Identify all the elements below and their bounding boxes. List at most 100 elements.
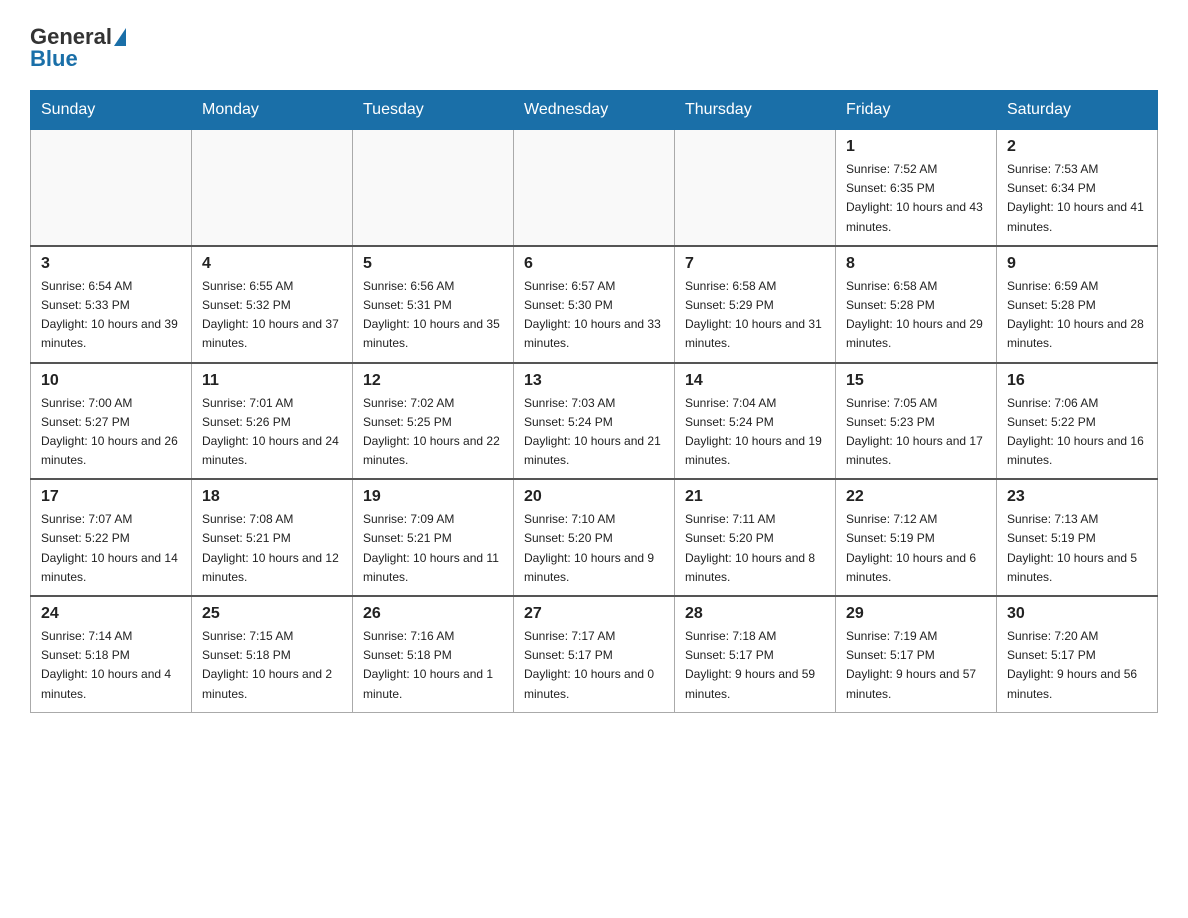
calendar-day-cell: 4 Sunrise: 6:55 AM Sunset: 5:32 PM Daylig… bbox=[192, 246, 353, 363]
logo-blue-text: Blue bbox=[30, 46, 78, 71]
day-number: 24 bbox=[41, 605, 181, 623]
calendar-day-cell bbox=[31, 130, 192, 246]
day-info: Sunrise: 6:57 AM Sunset: 5:30 PM Dayligh… bbox=[524, 277, 664, 354]
calendar-day-cell: 23Sunrise: 7:13 AM Sunset: 5:19 PM Dayli… bbox=[997, 479, 1158, 596]
calendar-day-cell: 7Sunrise: 6:58 AM Sunset: 5:29 PM Daylig… bbox=[675, 246, 836, 363]
day-number: 12 bbox=[363, 372, 503, 390]
day-info: Sunrise: 6:56 AM Sunset: 5:31 PM Dayligh… bbox=[363, 277, 503, 354]
day-number: 1 bbox=[846, 138, 986, 156]
day-info: Sunrise: 6:55 AM Sunset: 5:32 PM Dayligh… bbox=[202, 277, 342, 354]
calendar-day-cell: 19 Sunrise: 7:09 AM Sunset: 5:21 PM Dayli… bbox=[353, 479, 514, 596]
calendar-week-row: 24 Sunrise: 7:14 AM Sunset: 5:18 PM Dayli… bbox=[31, 596, 1158, 712]
day-info: Sunrise: 7:19 AM Sunset: 5:17 PM Dayligh… bbox=[846, 627, 986, 704]
calendar-day-cell: 20 Sunrise: 7:10 AM Sunset: 5:20 PM Dayli… bbox=[514, 479, 675, 596]
calendar-day-cell: 18 Sunrise: 7:08 AM Sunset: 5:21 PM Dayli… bbox=[192, 479, 353, 596]
day-info: Sunrise: 6:58 AM Sunset: 5:29 PM Dayligh… bbox=[685, 277, 825, 354]
day-info: Sunrise: 7:06 AM Sunset: 5:22 PM Dayligh… bbox=[1007, 394, 1147, 471]
day-info: Sunrise: 7:01 AM Sunset: 5:26 PM Dayligh… bbox=[202, 394, 342, 471]
day-number: 15 bbox=[846, 372, 986, 390]
logo: General Blue bbox=[30, 24, 128, 72]
calendar-table: SundayMondayTuesdayWednesdayThursdayFrid… bbox=[30, 90, 1158, 713]
day-info: Sunrise: 7:10 AM Sunset: 5:20 PM Dayligh… bbox=[524, 510, 664, 587]
calendar-day-cell: 26Sunrise: 7:16 AM Sunset: 5:18 PM Dayli… bbox=[353, 596, 514, 712]
calendar-day-cell: 14Sunrise: 7:04 AM Sunset: 5:24 PM Dayli… bbox=[675, 363, 836, 480]
weekday-header-wednesday: Wednesday bbox=[514, 91, 675, 130]
day-number: 22 bbox=[846, 488, 986, 506]
calendar-day-cell: 28 Sunrise: 7:18 AM Sunset: 5:17 PM Dayli… bbox=[675, 596, 836, 712]
day-info: Sunrise: 7:52 AM Sunset: 6:35 PM Dayligh… bbox=[846, 160, 986, 237]
day-number: 6 bbox=[524, 255, 664, 273]
header: General Blue bbox=[30, 24, 1158, 72]
day-info: Sunrise: 6:58 AM Sunset: 5:28 PM Dayligh… bbox=[846, 277, 986, 354]
day-info: Sunrise: 7:11 AM Sunset: 5:20 PM Dayligh… bbox=[685, 510, 825, 587]
calendar-day-cell: 2Sunrise: 7:53 AM Sunset: 6:34 PM Daylig… bbox=[997, 130, 1158, 246]
calendar-day-cell: 5 Sunrise: 6:56 AM Sunset: 5:31 PM Daylig… bbox=[353, 246, 514, 363]
calendar-day-cell: 11Sunrise: 7:01 AM Sunset: 5:26 PM Dayli… bbox=[192, 363, 353, 480]
day-number: 8 bbox=[846, 255, 986, 273]
day-number: 30 bbox=[1007, 605, 1147, 623]
calendar-day-cell: 10 Sunrise: 7:00 AM Sunset: 5:27 PM Dayli… bbox=[31, 363, 192, 480]
weekday-header-monday: Monday bbox=[192, 91, 353, 130]
day-info: Sunrise: 7:17 AM Sunset: 5:17 PM Dayligh… bbox=[524, 627, 664, 704]
day-info: Sunrise: 7:18 AM Sunset: 5:17 PM Dayligh… bbox=[685, 627, 825, 704]
day-info: Sunrise: 7:53 AM Sunset: 6:34 PM Dayligh… bbox=[1007, 160, 1147, 237]
day-number: 20 bbox=[524, 488, 664, 506]
calendar-day-cell: 9Sunrise: 6:59 AM Sunset: 5:28 PM Daylig… bbox=[997, 246, 1158, 363]
calendar-week-row: 1 Sunrise: 7:52 AM Sunset: 6:35 PM Daylig… bbox=[31, 130, 1158, 246]
calendar-day-cell: 30 Sunrise: 7:20 AM Sunset: 5:17 PM Dayli… bbox=[997, 596, 1158, 712]
day-number: 10 bbox=[41, 372, 181, 390]
calendar-day-cell: 15 Sunrise: 7:05 AM Sunset: 5:23 PM Dayli… bbox=[836, 363, 997, 480]
day-info: Sunrise: 7:12 AM Sunset: 5:19 PM Dayligh… bbox=[846, 510, 986, 587]
weekday-header-row: SundayMondayTuesdayWednesdayThursdayFrid… bbox=[31, 91, 1158, 130]
weekday-header-saturday: Saturday bbox=[997, 91, 1158, 130]
calendar-day-cell bbox=[353, 130, 514, 246]
weekday-header-thursday: Thursday bbox=[675, 91, 836, 130]
calendar-day-cell: 27 Sunrise: 7:17 AM Sunset: 5:17 PM Dayli… bbox=[514, 596, 675, 712]
day-number: 13 bbox=[524, 372, 664, 390]
day-number: 28 bbox=[685, 605, 825, 623]
day-number: 5 bbox=[363, 255, 503, 273]
calendar-day-cell: 8 Sunrise: 6:58 AM Sunset: 5:28 PM Daylig… bbox=[836, 246, 997, 363]
day-number: 16 bbox=[1007, 372, 1147, 390]
calendar-week-row: 3 Sunrise: 6:54 AM Sunset: 5:33 PM Daylig… bbox=[31, 246, 1158, 363]
day-number: 9 bbox=[1007, 255, 1147, 273]
calendar-day-cell bbox=[675, 130, 836, 246]
calendar-day-cell bbox=[192, 130, 353, 246]
day-number: 29 bbox=[846, 605, 986, 623]
day-info: Sunrise: 7:20 AM Sunset: 5:17 PM Dayligh… bbox=[1007, 627, 1147, 704]
day-info: Sunrise: 7:02 AM Sunset: 5:25 PM Dayligh… bbox=[363, 394, 503, 471]
day-info: Sunrise: 7:04 AM Sunset: 5:24 PM Dayligh… bbox=[685, 394, 825, 471]
day-number: 25 bbox=[202, 605, 342, 623]
calendar-day-cell: 12 Sunrise: 7:02 AM Sunset: 5:25 PM Dayli… bbox=[353, 363, 514, 480]
day-info: Sunrise: 7:16 AM Sunset: 5:18 PM Dayligh… bbox=[363, 627, 503, 704]
weekday-header-friday: Friday bbox=[836, 91, 997, 130]
day-info: Sunrise: 7:03 AM Sunset: 5:24 PM Dayligh… bbox=[524, 394, 664, 471]
calendar-day-cell: 29 Sunrise: 7:19 AM Sunset: 5:17 PM Dayli… bbox=[836, 596, 997, 712]
calendar-week-row: 17Sunrise: 7:07 AM Sunset: 5:22 PM Dayli… bbox=[31, 479, 1158, 596]
weekday-header-sunday: Sunday bbox=[31, 91, 192, 130]
day-info: Sunrise: 6:54 AM Sunset: 5:33 PM Dayligh… bbox=[41, 277, 181, 354]
day-info: Sunrise: 7:14 AM Sunset: 5:18 PM Dayligh… bbox=[41, 627, 181, 704]
day-number: 18 bbox=[202, 488, 342, 506]
calendar-day-cell: 3 Sunrise: 6:54 AM Sunset: 5:33 PM Daylig… bbox=[31, 246, 192, 363]
day-info: Sunrise: 7:05 AM Sunset: 5:23 PM Dayligh… bbox=[846, 394, 986, 471]
calendar-day-cell: 13 Sunrise: 7:03 AM Sunset: 5:24 PM Dayli… bbox=[514, 363, 675, 480]
day-info: Sunrise: 7:00 AM Sunset: 5:27 PM Dayligh… bbox=[41, 394, 181, 471]
calendar-day-cell: 6 Sunrise: 6:57 AM Sunset: 5:30 PM Daylig… bbox=[514, 246, 675, 363]
day-info: Sunrise: 7:15 AM Sunset: 5:18 PM Dayligh… bbox=[202, 627, 342, 704]
calendar-day-cell: 22 Sunrise: 7:12 AM Sunset: 5:19 PM Dayli… bbox=[836, 479, 997, 596]
logo-triangle-icon bbox=[114, 28, 126, 46]
day-number: 4 bbox=[202, 255, 342, 273]
day-info: Sunrise: 7:09 AM Sunset: 5:21 PM Dayligh… bbox=[363, 510, 503, 587]
calendar-day-cell: 16 Sunrise: 7:06 AM Sunset: 5:22 PM Dayli… bbox=[997, 363, 1158, 480]
calendar-day-cell: 17Sunrise: 7:07 AM Sunset: 5:22 PM Dayli… bbox=[31, 479, 192, 596]
day-number: 3 bbox=[41, 255, 181, 273]
calendar-day-cell: 1 Sunrise: 7:52 AM Sunset: 6:35 PM Daylig… bbox=[836, 130, 997, 246]
day-number: 17 bbox=[41, 488, 181, 506]
calendar-week-row: 10 Sunrise: 7:00 AM Sunset: 5:27 PM Dayli… bbox=[31, 363, 1158, 480]
calendar-day-cell: 21Sunrise: 7:11 AM Sunset: 5:20 PM Dayli… bbox=[675, 479, 836, 596]
day-number: 19 bbox=[363, 488, 503, 506]
day-number: 27 bbox=[524, 605, 664, 623]
day-info: Sunrise: 7:08 AM Sunset: 5:21 PM Dayligh… bbox=[202, 510, 342, 587]
calendar-day-cell: 25 Sunrise: 7:15 AM Sunset: 5:18 PM Dayli… bbox=[192, 596, 353, 712]
